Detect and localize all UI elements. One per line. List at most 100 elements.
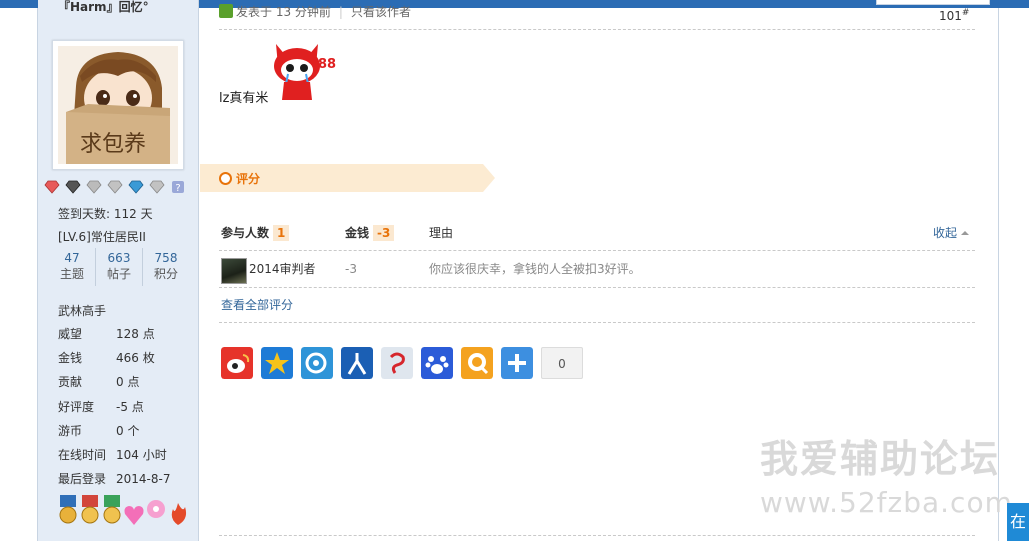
baidu-icon[interactable] (421, 347, 453, 379)
stat-prestige: 威望 128 点 (58, 326, 155, 342)
author-username[interactable]: 『Harm』回忆° (58, 0, 149, 14)
divider (219, 287, 975, 288)
stat-label: 最后登录 (58, 472, 107, 486)
corner-float-tab[interactable]: 在 (1007, 503, 1029, 541)
counter-posts-value[interactable]: 663 (96, 248, 142, 266)
svg-text:88: 88 (318, 57, 336, 72)
user-title: 武林高手 (58, 304, 107, 318)
counter-posts[interactable]: 663 帖子 (96, 248, 143, 286)
silver-gem-icon (107, 180, 123, 194)
stat-last-login: 最后登录 2014-8-7 (58, 471, 170, 487)
silver-gem-icon (86, 180, 102, 194)
flower-badge-icon[interactable] (145, 495, 167, 529)
floor-mark: # (961, 8, 970, 18)
rating-people-header: 参与人数 1 (221, 225, 290, 241)
money-total: -3 (373, 225, 395, 241)
counter-points[interactable]: 758 积分 (143, 248, 189, 286)
post-meta: 发表于 13 分钟前 | 只看该作者 (219, 4, 411, 20)
divider (219, 29, 975, 30)
divider (219, 535, 975, 536)
fire-badge-icon[interactable] (167, 495, 189, 529)
stat-label: 金钱 (58, 351, 83, 365)
only-author-link[interactable]: 只看该作者 (351, 5, 411, 19)
stat-label: 在线时间 (58, 448, 107, 462)
tencent-weibo-icon[interactable] (301, 347, 333, 379)
stat-value: 0 个 (116, 424, 140, 438)
share-count: 0 (541, 347, 583, 379)
separator: | (338, 5, 343, 19)
blue-gem-icon (128, 180, 144, 194)
checkin-days: 签到天数: 112 天 (58, 207, 153, 221)
qq-icon[interactable] (461, 347, 493, 379)
rating-title: 评分 (219, 171, 260, 187)
stat-reputation: 好评度 -5 点 (58, 399, 144, 415)
divider (219, 322, 975, 323)
watermark-title: 我爱辅助论坛 (760, 437, 1001, 481)
medal-badge-icon[interactable] (57, 495, 79, 529)
counter-topics-label: 主题 (59, 267, 84, 281)
stat-online-time: 在线时间 104 小时 (58, 447, 167, 463)
renren-icon[interactable] (341, 347, 373, 379)
view-all-ratings-link[interactable]: 查看全部评分 (221, 297, 293, 313)
qzone-icon[interactable] (261, 347, 293, 379)
medal-gems: ? (44, 180, 186, 196)
medal-badge-icon[interactable] (101, 495, 123, 529)
counter-points-value[interactable]: 758 (143, 248, 189, 266)
floor-number-value: 101 (939, 9, 962, 23)
netease-weibo-icon[interactable] (381, 347, 413, 379)
rating-money-header: 金钱 -3 (345, 225, 395, 241)
stat-money: 金钱 466 枚 (58, 350, 155, 366)
stat-value: 466 枚 (116, 351, 155, 365)
counter-points-label: 积分 (153, 267, 178, 281)
post-content: lz真有米 (219, 91, 269, 106)
collapse-label: 收起 (933, 226, 958, 240)
online-status-icon (219, 4, 233, 18)
dark-gem-icon (65, 180, 81, 194)
stat-label: 威望 (58, 327, 83, 341)
divider (219, 250, 975, 251)
stat-value: 2014-8-7 (116, 472, 171, 486)
post-time: 发表于 13 分钟前 (236, 5, 331, 19)
stat-label: 游币 (58, 424, 83, 438)
rater-name[interactable]: 2014审判者 (249, 261, 316, 277)
red-gem-icon (44, 180, 60, 194)
rater-reason: 你应该很庆幸，拿钱的人全被扣3好评。 (429, 262, 641, 276)
people-count: 1 (273, 225, 290, 241)
people-label: 参与人数 (221, 226, 270, 240)
search-box[interactable] (876, 0, 990, 5)
medal-badges (57, 495, 189, 529)
rating-title-text: 评分 (236, 172, 261, 186)
collapse-rating-link[interactable]: 收起 (933, 225, 970, 241)
rater-avatar[interactable] (221, 258, 247, 284)
collapse-arrow-icon (961, 231, 970, 235)
rating-ring-icon (219, 172, 232, 185)
svg-text:求包养: 求包养 (80, 132, 146, 157)
svg-text:?: ? (175, 183, 180, 194)
more-share-icon[interactable] (501, 347, 533, 379)
author-avatar[interactable]: 求包养 (52, 40, 184, 170)
author-counters: 47 主题 663 帖子 758 积分 (49, 248, 189, 286)
heart-badge-icon[interactable] (123, 495, 145, 529)
counter-topics[interactable]: 47 主题 (49, 248, 96, 286)
medal-badge-icon[interactable] (79, 495, 101, 529)
stat-value: -5 点 (116, 400, 144, 414)
rating-reason-header: 理由 (429, 226, 454, 240)
floor-number[interactable]: 101# (939, 8, 969, 23)
fox-emoji-image: 88 (274, 44, 336, 100)
stat-label: 好评度 (58, 400, 95, 414)
stat-contribution: 贡献 0 点 (58, 374, 139, 390)
stat-value: 128 点 (116, 327, 155, 341)
user-level[interactable]: [LV.6]常住居民II (58, 229, 146, 245)
counter-posts-label: 帖子 (106, 267, 131, 281)
stat-label: 贡献 (58, 375, 83, 389)
help-icon[interactable]: ? (170, 180, 186, 194)
stat-game-coins: 游币 0 个 (58, 423, 139, 439)
stat-value: 0 点 (116, 375, 140, 389)
watermark-url: www.52fzba.com (760, 486, 1013, 519)
weibo-icon[interactable] (221, 347, 253, 379)
money-label: 金钱 (345, 226, 370, 240)
silver-gem-icon (149, 180, 165, 194)
share-bar: 0 (221, 347, 583, 379)
counter-topics-value[interactable]: 47 (49, 248, 95, 266)
rater-score: -3 (345, 262, 357, 276)
